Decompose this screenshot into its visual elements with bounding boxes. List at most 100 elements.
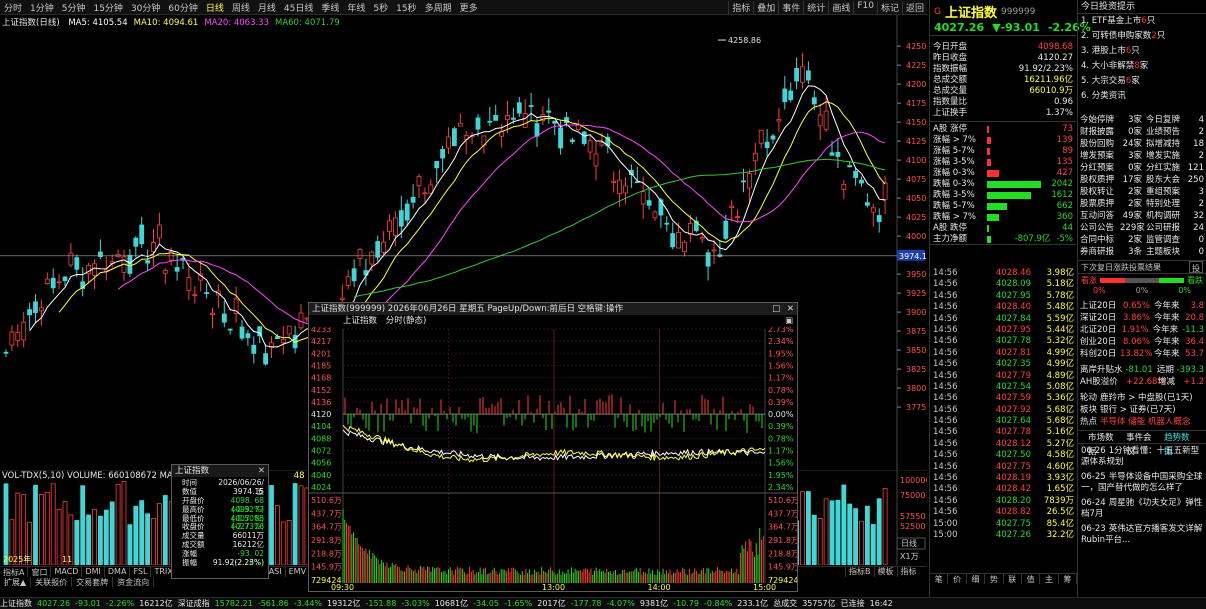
news-subtab[interactable]: 市场数据 — [1088, 431, 1120, 457]
event-row[interactable]: 合同中标 2家 监管调查 0 — [1078, 234, 1206, 246]
tooltip-label: 振幅 — [182, 558, 197, 568]
candle-body — [676, 232, 681, 249]
headline-item[interactable]: 06-25 半导体设备中国采购全球 一，国产替代做的怎么样了 — [1078, 470, 1206, 496]
headline-item[interactable]: 06-23 英伟达官方播客发文详解 Rubin平台... — [1078, 522, 1206, 548]
detail-tab[interactable]: 笔 — [930, 574, 949, 584]
period-tab[interactable]: 15秒 — [392, 1, 420, 14]
period-tab[interactable]: 季线 — [317, 1, 343, 14]
event-row[interactable]: 财报披露 0家 业绩预告 2 — [1078, 126, 1206, 138]
event-row[interactable]: 公司公告 229家 公司研报 24 — [1078, 222, 1206, 234]
popup-left-tick: 4040 — [311, 471, 331, 480]
event-label: 增发预案 — [1080, 151, 1115, 161]
indicator-tab[interactable]: DMI — [82, 567, 105, 577]
event-row[interactable]: 股权质押 17家 股东大会 250 — [1078, 174, 1206, 186]
period-tab[interactable]: 5秒 — [369, 1, 392, 14]
period-tab[interactable]: 1分钟 — [26, 1, 58, 14]
tip-item[interactable]: 1. ETF基金上市6只 — [1078, 14, 1206, 29]
event-label: 机构调研 — [1146, 211, 1181, 221]
detail-tab[interactable]: 值 — [1022, 574, 1041, 584]
tool-button[interactable]: 事件 — [778, 0, 803, 14]
hot-row[interactable]: 热点 半导体 储能 机器人概念 — [1078, 416, 1206, 428]
tip-item[interactable]: 6. 分类资讯 — [1078, 89, 1206, 104]
tip-item[interactable]: 2. 可转债申购家数2只 — [1078, 29, 1206, 44]
control-tab[interactable]: 资金流向 — [113, 577, 155, 587]
popup-toggle-icon[interactable]: ▣ — [785, 315, 793, 327]
detail-tab[interactable]: 价 — [948, 574, 967, 584]
period-tab[interactable]: 周线 — [228, 1, 254, 14]
period-tab[interactable]: 更多 — [456, 1, 482, 14]
detail-tab[interactable]: 细 — [967, 574, 986, 584]
candle-body — [3, 351, 9, 354]
indicator-tab[interactable]: 窗口 — [28, 567, 52, 577]
intraday-chart[interactable]: 4233 2.73% 4217 2.34% 4201 1.95% 4185 1.56% 4168… — [309, 327, 797, 591]
hot-row[interactable]: 板块 银行 > 证券(已7天) — [1078, 404, 1206, 416]
indicator-tab[interactable]: FSL — [130, 567, 152, 577]
period-tab[interactable]: 多周期 — [421, 1, 456, 14]
period-tab[interactable]: 月线 — [254, 1, 280, 14]
control-tab[interactable]: 关联报价 — [31, 577, 73, 587]
detail-tab[interactable]: 联 — [1004, 574, 1022, 584]
right-tab[interactable]: 指标B — [845, 566, 874, 577]
status-item: -3.03% — [401, 599, 430, 608]
tool-button[interactable]: 统计 — [803, 0, 828, 14]
event-row[interactable]: 分红预案 0家 分红实施 121 — [1078, 162, 1206, 174]
hot-row[interactable]: 轮动 鹿羚市 > 中盘股(已1天) — [1078, 392, 1206, 404]
right-tab[interactable]: 指标 — [896, 566, 920, 577]
tool-button[interactable]: 指标 — [728, 0, 753, 14]
tip-item[interactable]: 4. 大小非解禁8家 — [1078, 59, 1206, 74]
event-row[interactable]: 互动问答 49家 机构调研 32 — [1078, 210, 1206, 222]
period-tab[interactable]: 15分钟 — [89, 1, 126, 14]
tool-button[interactable]: 画线 — [828, 0, 853, 14]
tool-button[interactable]: 叠加 — [753, 0, 778, 14]
tool-button[interactable]: 返回 — [901, 0, 927, 14]
tick-price: 4027.26 — [995, 529, 1031, 540]
tooltip-close-icon[interactable]: ✕ — [258, 465, 265, 477]
indicator-tab[interactable]: MACD — [51, 567, 83, 577]
tick-list[interactable]: 14:56 4028.46 3.98亿 14:56 4028.09 5.18亿 14:56 4… — [930, 268, 1077, 541]
tip-item[interactable]: 5. 大宗交易6家 — [1078, 74, 1206, 89]
headline-item[interactable]: 06-26 1分钟看懂：十五五新型 源体系规划 — [1078, 444, 1206, 470]
control-tab[interactable]: 扩展▲ — [0, 577, 32, 587]
period-tab[interactable]: 5分钟 — [58, 1, 90, 14]
detail-tab[interactable]: 势 — [985, 574, 1004, 584]
period-tab[interactable]: 60分钟 — [164, 1, 201, 14]
status-item: -10.79 — [673, 599, 699, 608]
headline-line: 06-24 周星驰《功夫女足》弹性 — [1081, 498, 1203, 509]
indicator-tab[interactable]: EMV — [286, 567, 311, 577]
event-row[interactable]: 股份回购 24家 拟增减持 18 — [1078, 138, 1206, 150]
tool-button[interactable]: F10 — [853, 0, 877, 14]
news-subtab[interactable]: 事件会议 — [1126, 431, 1158, 457]
vote-tab[interactable]: 投 — [1189, 261, 1203, 273]
period-tab[interactable]: 分时 — [0, 1, 26, 14]
period-tab[interactable]: 年线 — [343, 1, 369, 14]
field-label: 指数振幅 — [933, 64, 968, 74]
status-item: 9381亿 — [639, 599, 669, 608]
maximize-icon[interactable]: □ — [772, 304, 780, 314]
breadth-value: 662 — [1056, 201, 1073, 211]
event-row[interactable]: 增发预案 3家 增发实施 2 — [1078, 150, 1206, 162]
event-row[interactable]: 今始停牌 3家 今日复牌 4 — [1078, 114, 1206, 126]
headlines: 06-26 1分钟看懂：十五五新型 源体系规划 06-25 半导体设备中国采购全球 一，国… — [1078, 444, 1206, 548]
tip-item[interactable]: 3. 港股上市6只 — [1078, 44, 1206, 59]
headline-item[interactable]: 06-24 周星驰《功夫女足》弹性 档7月 — [1078, 496, 1206, 522]
popup-vol-tick-right: 510.6万 — [768, 496, 797, 505]
status-item: -2.26% — [105, 599, 135, 608]
intraday-popup[interactable]: 上证指数(999999) 2026年06月26日 星期五 PageUp/Down… — [308, 302, 798, 592]
detail-tab[interactable]: 筹 — [1059, 574, 1077, 584]
event-row[interactable]: 券商研报 3条 主题板块 0 — [1078, 246, 1206, 258]
volume-bar — [800, 491, 805, 565]
event-row[interactable]: 股权转让 2家 重组预案 3 — [1078, 186, 1206, 198]
close-icon[interactable]: ✕ — [787, 304, 794, 314]
news-subtab[interactable]: 趋势数据 — [1164, 431, 1196, 457]
candle-body — [705, 252, 711, 267]
detail-tab[interactable]: 主 — [1040, 574, 1059, 584]
tool-button[interactable]: 标记 — [876, 0, 902, 14]
period-tab[interactable]: 日线 — [202, 1, 228, 14]
period-tab[interactable]: 45日线 — [280, 1, 317, 14]
control-tab[interactable]: 交易套牌 — [72, 577, 114, 587]
indicator-tab[interactable]: 指标A — [0, 567, 29, 577]
indicator-tab[interactable]: DMA — [105, 567, 131, 577]
right-tab[interactable]: 模板 — [873, 566, 897, 577]
event-row[interactable]: 股票质押 2家 特别处理 2 — [1078, 198, 1206, 210]
period-tab[interactable]: 30分钟 — [127, 1, 164, 14]
